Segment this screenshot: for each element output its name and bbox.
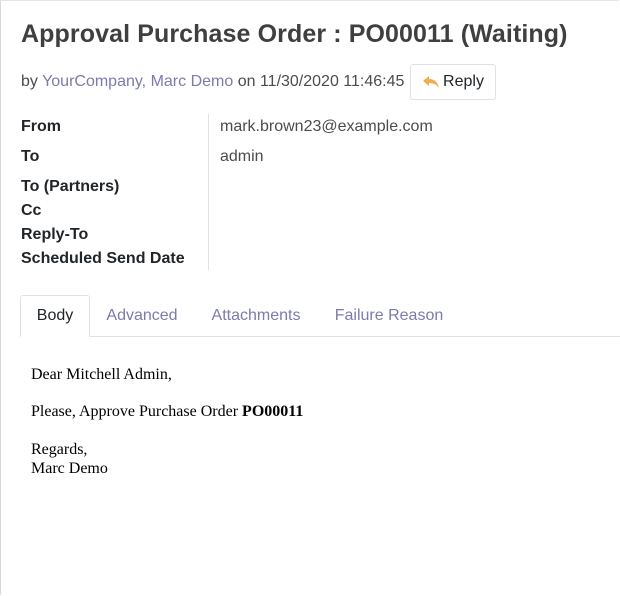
field-label-to: To [21,148,40,165]
reply-icon [422,75,440,89]
message-byline: by YourCompany, Marc Demo on 11/30/2020 … [21,73,404,91]
byline-prefix: by [21,73,38,90]
body-request-line: Please, Approve Purchase Order PO00011 [31,402,303,421]
message-body: Dear Mitchell Admin, Please, Approve Pur… [31,365,303,478]
byline-on: on [237,73,256,90]
body-request-text: Please, Approve Purchase Order [31,403,239,420]
field-label-scheduled-send-date: Scheduled Send Date [21,250,185,267]
field-label-to-partners: To (Partners) [21,178,120,195]
author-link[interactable]: YourCompany, Marc Demo [42,73,233,90]
field-label-reply-to: Reply-To [21,226,89,243]
reply-button[interactable]: Reply [410,64,496,100]
field-value-to: admin [220,148,264,165]
notebook-tabs: Body Advanced Attachments Failure Reason [20,295,620,337]
page-title: Approval Purchase Order : PO00011 (Waiti… [21,20,568,48]
tab-attachments[interactable]: Attachments [203,295,309,336]
message-date: 11/30/2020 11:46:45 [259,73,405,90]
field-value-from: mark.brown23@example.com [220,118,433,135]
body-signature: Marc Demo [31,460,108,477]
reply-button-label: Reply [443,73,484,90]
tab-failure-reason[interactable]: Failure Reason [327,295,451,336]
field-label-cc: Cc [21,202,42,219]
body-greeting: Dear Mitchell Admin, [31,366,172,383]
body-po-number: PO00011 [242,403,304,420]
fields-divider [208,114,209,270]
tab-advanced[interactable]: Advanced [99,295,185,336]
body-closing: Regards, [31,441,88,458]
tab-body[interactable]: Body [20,295,90,337]
field-label-from: From [21,118,61,135]
